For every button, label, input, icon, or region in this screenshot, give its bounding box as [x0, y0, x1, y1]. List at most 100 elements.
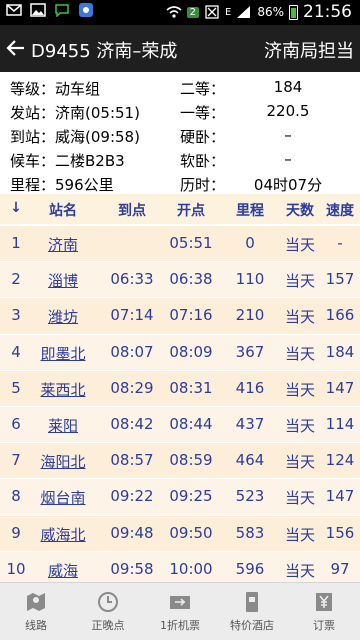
- info-right-value: 220.5: [266, 102, 310, 120]
- station-link[interactable]: 潍坊: [30, 306, 96, 327]
- column-header-arrive: 到点: [118, 203, 146, 219]
- depart-time: 08:59: [169, 451, 213, 470]
- speed-value: 124: [325, 451, 355, 470]
- arrive-time: 08:42: [110, 414, 154, 433]
- depart-time: 09:50: [169, 523, 213, 542]
- table-row[interactable]: 9 威海北 09:48 09:50 583 当天 156: [0, 515, 360, 552]
- station-link[interactable]: 烟台南: [30, 487, 96, 508]
- speed-value: 114: [325, 414, 355, 433]
- day-offset: 当天: [284, 416, 315, 435]
- info-right-label: 软卧：: [180, 152, 226, 170]
- distance-km: 416: [235, 378, 265, 397]
- network-type-label: E: [225, 6, 232, 18]
- distance-km: 110: [235, 270, 265, 289]
- day-offset: 当天: [284, 344, 315, 363]
- app-bar: D9455 济南–荣成 济南局担当: [0, 25, 360, 72]
- station-link[interactable]: 济南: [30, 234, 96, 255]
- nav-item-hotel[interactable]: 特价酒店: [216, 583, 288, 640]
- nav-item-route[interactable]: 线路: [0, 583, 72, 640]
- mail-icon: [6, 4, 22, 16]
- depart-time: 07:16: [169, 306, 213, 325]
- table-row[interactable]: 1 济南 05:51 0 当天 -: [0, 226, 360, 263]
- table-row[interactable]: 3 潍坊 07:14 07:16 210 当天 166: [0, 298, 360, 335]
- day-offset: 当天: [284, 525, 315, 544]
- mute-icon: [205, 5, 219, 19]
- station-link[interactable]: 威海北: [30, 524, 96, 545]
- info-left: 发站：济南(05:51): [10, 104, 140, 122]
- table-row[interactable]: 7 海阳北 08:57 08:59 464 当天 124: [0, 443, 360, 480]
- distance-km: 596: [235, 559, 265, 578]
- depart-time: 08:09: [169, 342, 213, 361]
- info-row: 候车：二楼B2B3 软卧： –: [0, 148, 360, 172]
- distance-km: 464: [235, 451, 265, 470]
- wifi-icon: [166, 6, 182, 18]
- stop-number: 7: [11, 451, 21, 470]
- table-row[interactable]: 2 淄博 06:33 06:38 110 当天 157: [0, 262, 360, 299]
- day-offset: 当天: [284, 453, 315, 472]
- page-title: D9455 济南–荣成: [31, 41, 178, 62]
- table-header: ↓ 站名 到点 开点 里程 天数 速度: [0, 194, 360, 224]
- back-arrow-icon[interactable]: [4, 36, 28, 60]
- map-icon: [27, 593, 45, 611]
- info-row: 发站：济南(05:51) 一等： 220.5: [0, 100, 360, 124]
- station-link[interactable]: 莱阳: [30, 415, 96, 436]
- station-link[interactable]: 威海: [30, 560, 96, 581]
- nav-item-booking[interactable]: 订票: [288, 583, 360, 640]
- station-link[interactable]: 莱西北: [30, 379, 96, 400]
- sort-icon[interactable]: ↓: [2, 200, 30, 216]
- speed-value: 157: [325, 270, 355, 289]
- distance-km: 583: [235, 523, 265, 542]
- arrive-time: 08:57: [110, 451, 154, 470]
- hotel-icon: [246, 592, 258, 612]
- info-right-label: 历时：: [180, 176, 226, 194]
- speed-value: 147: [325, 487, 355, 506]
- table-row[interactable]: 4 即墨北 08:07 08:09 367 当天 184: [0, 334, 360, 371]
- column-header-depart: 开点: [177, 203, 205, 219]
- arrive-time: 08:07: [110, 342, 154, 361]
- distance-km: 367: [235, 342, 265, 361]
- clock-icon: [98, 592, 118, 612]
- battery-percent: 86%: [257, 5, 284, 19]
- image-icon: [30, 3, 46, 17]
- arrive-time: 09:22: [110, 487, 154, 506]
- station-link[interactable]: 即墨北: [30, 343, 96, 364]
- speed-value: 184: [325, 342, 355, 361]
- day-offset: 当天: [284, 236, 315, 254]
- bottom-nav: 线路 正晚点 1折机票 特价酒店 订票: [0, 582, 360, 640]
- arrive-time: 08:29: [110, 378, 154, 397]
- table-row[interactable]: 5 莱西北 08:29 08:31 416 当天 147: [0, 370, 360, 407]
- info-left: 到站：威海(09:58): [10, 128, 140, 146]
- battery-icon: [289, 4, 298, 20]
- column-header-km: 里程: [236, 203, 264, 219]
- info-right-label: 硬卧：: [180, 128, 226, 146]
- depart-time: 08:31: [169, 378, 213, 397]
- info-row: 到站：威海(09:58) 硬卧： –: [0, 124, 360, 148]
- station-link[interactable]: 淄博: [30, 270, 96, 291]
- day-offset: 当天: [284, 561, 315, 580]
- arrive-time: 09:58: [110, 559, 154, 578]
- distance-km: 210: [235, 306, 265, 325]
- arrive-time: 06:33: [110, 270, 154, 289]
- station-link[interactable]: 海阳北: [30, 451, 96, 472]
- speed-value: 156: [325, 523, 355, 542]
- stop-number: 9: [11, 523, 21, 542]
- nav-item-flight[interactable]: 1折机票: [144, 583, 216, 640]
- depart-time: 10:00: [169, 559, 213, 578]
- distance-km: 0: [245, 234, 255, 252]
- speed-value: 166: [325, 306, 355, 325]
- info-right-label: 二等：: [180, 80, 226, 98]
- info-left: 等级：动车组: [10, 80, 101, 98]
- status-bar: 2 E 86% 21:56: [0, 0, 360, 25]
- info-left: 里程：596公里: [10, 176, 114, 194]
- bureau-label: 济南局担当: [264, 41, 354, 62]
- table-row[interactable]: 6 莱阳 08:42 08:44 437 当天 114: [0, 406, 360, 444]
- stop-number: 6: [11, 414, 21, 433]
- distance-km: 523: [235, 487, 265, 506]
- yen-icon: [316, 593, 332, 611]
- info-row: 等级：动车组 二等： 184: [0, 76, 360, 100]
- table-row[interactable]: 8 烟台南 09:22 09:25 523 当天 147: [0, 479, 360, 516]
- stop-number: 8: [11, 487, 21, 506]
- nav-item-delay[interactable]: 正晚点: [72, 583, 144, 640]
- info-right-value: –: [284, 150, 292, 168]
- signal-icon: [237, 6, 251, 18]
